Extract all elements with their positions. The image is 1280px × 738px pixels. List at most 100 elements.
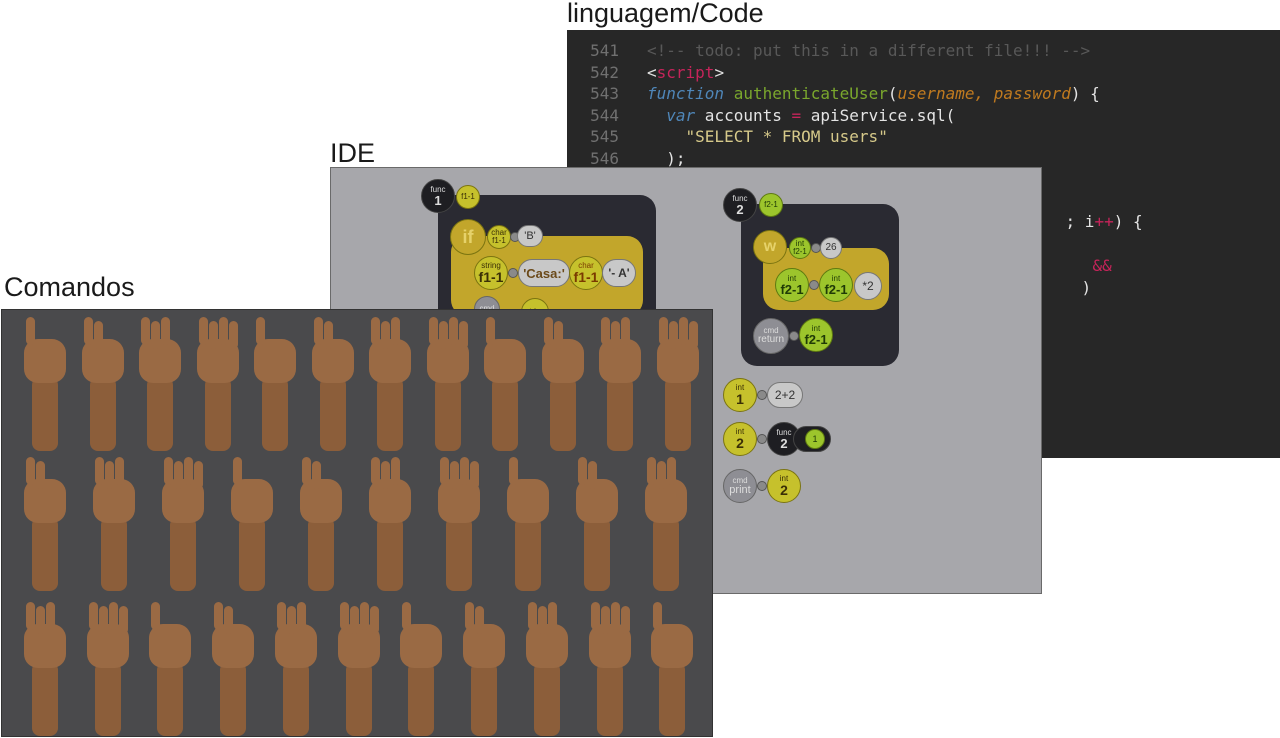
code-fragment-and: &&	[1054, 233, 1112, 275]
code-frag-incr: ++	[1094, 212, 1114, 231]
char-f1-node[interactable]: char f1-1	[569, 256, 603, 290]
casa-value[interactable]: 'Casa:'	[518, 259, 570, 287]
int-f2-label-b: f2-1	[824, 281, 848, 297]
code-line: 543 function authenticateUser(username, p…	[567, 83, 1100, 105]
code-line: 544 var accounts = apiService.sql(	[567, 105, 955, 127]
code-title: linguagem/Code	[567, 0, 764, 28]
code-token: );	[647, 148, 686, 168]
row2-arg-node[interactable]: 1	[805, 429, 825, 449]
print-label: print	[729, 483, 751, 496]
hand-sign-icon	[647, 600, 697, 736]
hand-sign-icon	[158, 455, 208, 591]
func2-ref: f2-1	[764, 200, 778, 209]
casa-label: 'Casa:'	[523, 265, 565, 281]
code-frag-paren: )	[1081, 278, 1092, 297]
code-token: ) {	[1070, 84, 1100, 103]
ide-title: IDE	[330, 138, 376, 168]
hand-sign-icon	[423, 315, 473, 451]
if-label: if	[462, 227, 474, 247]
func2-ref-node[interactable]: f2-1	[759, 193, 783, 217]
line-number: 543	[590, 84, 619, 103]
times2-node[interactable]: *2	[854, 272, 882, 300]
code-token: apiService.sql(	[801, 105, 956, 125]
assign-connector	[809, 280, 819, 290]
print-value-number: 2	[780, 482, 788, 498]
int-f2-label-a: f2-1	[780, 281, 804, 297]
hand-sign-icon	[20, 315, 70, 451]
hand-sign-icon	[208, 600, 258, 736]
while-node[interactable]: w	[753, 230, 787, 264]
string-connector	[508, 268, 518, 278]
dash-a-value[interactable]: '- A'	[602, 259, 636, 287]
code-token: <!-- todo: put this in a different file!…	[647, 41, 1091, 60]
return-connector	[789, 331, 799, 341]
code-token: =	[791, 105, 802, 125]
code-token: "SELECT * FROM users"	[647, 127, 888, 146]
line-number: 542	[590, 62, 619, 82]
string-f1-node[interactable]: string f1-1	[474, 256, 508, 290]
int-f2-node-b[interactable]: int f2-1	[819, 268, 853, 302]
hand-sign-icon	[434, 455, 484, 591]
row1-expr-label: 2+2	[774, 388, 796, 402]
func1-node[interactable]: func 1	[421, 179, 455, 213]
row1-number: 1	[736, 391, 744, 407]
hand-sign-icon	[250, 315, 300, 451]
if-node[interactable]: if	[450, 219, 486, 255]
dash-a-label: '- A'	[608, 266, 630, 280]
while-cond-value[interactable]: 26	[820, 237, 842, 259]
row2-int-node[interactable]: int 2	[723, 422, 757, 456]
hand-sign-icon	[135, 315, 185, 451]
line-number: 545	[590, 127, 619, 146]
row1-expr[interactable]: 2+2	[767, 382, 803, 408]
print-value-node[interactable]: int 2	[767, 469, 801, 503]
func1-ref-node[interactable]: f1-1	[456, 185, 480, 209]
code-token: accounts	[695, 105, 792, 125]
func2-node[interactable]: func 2	[723, 188, 757, 222]
hand-sign-icon	[308, 315, 358, 451]
code-token: username, password	[897, 84, 1071, 103]
code-token: function	[647, 84, 725, 103]
row2-call-number: 2	[780, 435, 788, 451]
hand-sign-icon	[572, 455, 622, 591]
func2-number: 2	[736, 201, 744, 217]
line-number: 541	[590, 41, 619, 60]
hand-sign-icon	[20, 600, 70, 736]
hand-sign-icon	[641, 455, 691, 591]
hand-sign-icon	[227, 455, 277, 591]
print-node[interactable]: cmd print	[723, 469, 757, 503]
hand-sign-icon	[20, 455, 70, 591]
hand-sign-icon	[145, 600, 195, 736]
hand-sign-icon	[365, 315, 415, 451]
row2-number: 2	[736, 435, 744, 451]
while-cond-var[interactable]: int f2-1	[789, 237, 811, 259]
code-token: script	[656, 62, 715, 82]
commands-photo	[1, 309, 713, 737]
func1-number: 1	[434, 192, 442, 208]
code-line: 545 "SELECT * FROM users"	[567, 126, 888, 148]
if-cond-value-label: 'B'	[524, 230, 536, 242]
code-line: 541 <!-- todo: put this in a different fi…	[567, 40, 1090, 62]
hand-sign-icon	[365, 455, 415, 591]
code-token: var	[666, 105, 696, 125]
code-fragment-paren: )	[1043, 255, 1092, 297]
row1-connector	[757, 390, 767, 400]
print-connector	[757, 481, 767, 491]
string-f1-label: f1-1	[478, 269, 504, 285]
code-frag-and: &&	[1092, 256, 1112, 275]
if-cond-value[interactable]: 'B'	[517, 225, 543, 247]
row1-int-node[interactable]: int 1	[723, 378, 757, 412]
return-node[interactable]: cmd return	[753, 318, 789, 354]
hand-sign-icon	[396, 600, 446, 736]
return-value-node[interactable]: int f2-1	[799, 318, 833, 352]
char-f1-label: f1-1	[573, 269, 599, 285]
if-cond-var[interactable]: char f1-1	[487, 225, 511, 249]
hand-sign-icon	[480, 315, 530, 451]
hand-sign-icon	[585, 600, 635, 736]
hand-sign-icon	[503, 455, 553, 591]
hand-sign-icon	[271, 600, 321, 736]
hand-sign-icon	[83, 600, 133, 736]
hand-sign-icon	[296, 455, 346, 591]
int-f2-node-a[interactable]: int f2-1	[775, 268, 809, 302]
